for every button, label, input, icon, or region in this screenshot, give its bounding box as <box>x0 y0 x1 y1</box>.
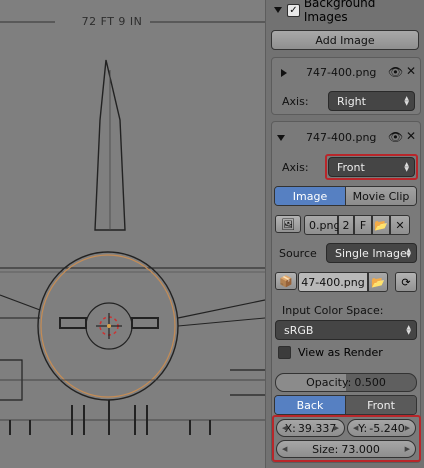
remove-image1-icon[interactable]: ✕ <box>406 64 416 78</box>
expand-image1-triangle-icon[interactable] <box>281 69 287 77</box>
file-path-field[interactable]: 47-400.png <box>298 272 368 292</box>
image-name-field[interactable]: 0.png <box>304 215 340 235</box>
color-space-label: Input Color Space: <box>282 304 384 317</box>
image-users-count[interactable]: 2 <box>338 215 354 235</box>
browse-file-icon[interactable]: 📂 <box>368 272 388 292</box>
source-label: Source <box>279 247 317 260</box>
airplane-blueprint <box>0 21 265 435</box>
eye-icon[interactable]: 👁 <box>388 130 403 144</box>
updown-arrows-icon: ▲ ▼ <box>406 247 411 259</box>
view-as-render-label: View as Render <box>298 346 383 359</box>
updown-arrows-icon: ▲ ▼ <box>404 95 409 107</box>
view-as-render-row[interactable]: View as Render <box>278 346 383 359</box>
opacity-slider[interactable]: Opacity: 0.500 <box>275 373 417 392</box>
open-folder-icon[interactable]: 📂 <box>372 215 390 235</box>
view-as-render-checkbox[interactable] <box>278 346 291 359</box>
color-space-select[interactable]: sRGB ▲ ▼ <box>275 320 417 340</box>
tab-front[interactable]: Front <box>345 396 416 414</box>
opacity-value: 0.500 <box>354 376 386 389</box>
opacity-label: Opacity: <box>306 376 352 389</box>
source-type-tabs: Image Movie Clip <box>274 186 417 206</box>
fake-user-button[interactable]: F <box>354 215 372 235</box>
tab-image[interactable]: Image <box>275 187 345 205</box>
image2-filename: 747-400.png <box>306 131 377 144</box>
source-select[interactable]: Single Image ▲ ▼ <box>326 243 417 263</box>
image1-axis-select[interactable]: Right ▲ ▼ <box>328 91 415 111</box>
background-images-title: Background Images <box>303 0 376 24</box>
offset-size-highlight <box>272 415 421 462</box>
source-value: Single Image <box>335 246 407 260</box>
background-images-header[interactable]: ✓ Background Images <box>271 0 421 24</box>
3d-viewport[interactable]: 72 FT 9 IN <box>0 0 265 468</box>
dimension-label: 72 FT 9 IN <box>81 15 143 28</box>
reload-icon[interactable]: ⟳ <box>395 272 417 292</box>
background-images-checkbox[interactable]: ✓ <box>287 3 300 17</box>
image1-filename: 747-400.png <box>306 66 377 79</box>
draw-order-tabs: Back Front <box>274 395 417 415</box>
tab-movie-clip[interactable]: Movie Clip <box>345 187 416 205</box>
collapse-triangle-icon[interactable] <box>274 7 282 13</box>
add-image-button[interactable]: Add Image <box>271 30 419 50</box>
color-space-value: sRGB <box>284 323 314 337</box>
image1-axis-label: Axis: <box>282 95 309 108</box>
image-browse-icon[interactable]: 🖼 <box>275 215 301 233</box>
unlink-image-icon[interactable]: ✕ <box>390 215 410 235</box>
updown-arrows-icon: ▲ ▼ <box>406 324 411 336</box>
axis-highlight <box>325 154 418 180</box>
image2-axis-label: Axis: <box>282 161 309 174</box>
pack-file-icon[interactable]: 📦 <box>275 272 297 290</box>
collapse-image2-triangle-icon[interactable] <box>277 135 285 141</box>
image1-axis-value: Right <box>337 94 366 108</box>
tab-back[interactable]: Back <box>275 396 345 414</box>
eye-icon[interactable]: 👁 <box>388 65 403 79</box>
properties-panel: ✓ Background Images Add Image 747-400.pn… <box>265 0 424 468</box>
remove-image2-icon[interactable]: ✕ <box>406 129 416 143</box>
